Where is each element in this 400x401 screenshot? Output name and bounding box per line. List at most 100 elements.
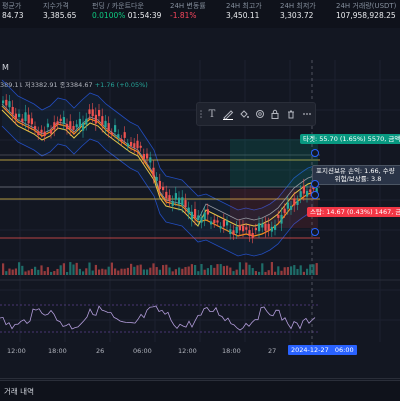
volume-bar [107, 266, 110, 275]
delete-button[interactable] [283, 104, 299, 124]
stat-value: -1.81% [170, 11, 197, 20]
candle-body [152, 167, 155, 177]
stat-value: 3,303.72 [280, 11, 314, 20]
volume-bar [184, 267, 187, 275]
candle-body [117, 134, 120, 138]
volume-bar [69, 262, 72, 275]
volume-bar [34, 266, 37, 275]
volume-bar [5, 271, 8, 275]
volume-bar [206, 268, 209, 275]
settings-button[interactable] [252, 104, 268, 124]
time-tick: 26 [96, 347, 105, 355]
line-color-button[interactable] [220, 104, 236, 124]
candle-body [290, 205, 293, 210]
settings-icon [255, 110, 264, 118]
stop-loss-handle[interactable] [311, 228, 319, 236]
text-tool-button[interactable]: T [204, 104, 220, 124]
take-profit-label[interactable]: 타겟: 55.70 (1.65%) 5570, 금액 [300, 134, 400, 144]
stat-24h-high: 24H 최고가 3,450.11 [226, 2, 262, 20]
candle-body [69, 121, 72, 130]
volume-bar [104, 269, 107, 275]
candle-body [174, 193, 177, 200]
candle-body [27, 114, 30, 124]
oscillator-line [0, 305, 316, 331]
lock-button[interactable] [267, 104, 283, 124]
volume-bar [197, 271, 200, 275]
position-label[interactable]: 포지션보유 손익: 1.66, 수량 위험/보상률: 3.8 [312, 165, 400, 185]
volume-bar [200, 264, 203, 275]
volume-bar [235, 269, 238, 275]
volume-bar [136, 265, 139, 275]
volume-bar [98, 269, 101, 275]
volume-bar [280, 270, 283, 275]
volume-bar [306, 268, 309, 275]
candle-body [34, 126, 37, 130]
candle-body [37, 131, 40, 136]
volume-bar [210, 265, 213, 275]
volume-bar [85, 268, 88, 275]
candle-body [107, 123, 110, 131]
volume-bar [226, 265, 229, 275]
volume-bar [309, 264, 312, 275]
volume-bar [146, 269, 149, 275]
volume-bar [82, 271, 85, 275]
stat-value: 84.73 [2, 11, 24, 20]
candle-body [130, 141, 133, 146]
candle-body [110, 132, 113, 135]
stat-label: 펀딩 / 카운트다운 [92, 2, 144, 10]
candle-body [133, 143, 136, 148]
volume-bar [261, 263, 264, 275]
volume-bar [219, 264, 222, 275]
candle-body [59, 118, 62, 122]
volume-bar [203, 269, 206, 275]
stop-loss-label[interactable]: 스탑: 14.67 (0.43%) 1467, 금액 [307, 207, 400, 217]
volume-bar [40, 265, 43, 275]
entry-handle[interactable] [311, 180, 319, 188]
stat-value: 3,385.65 [43, 11, 77, 20]
volume-bar [229, 267, 232, 275]
volume-bar [120, 268, 123, 275]
drawing-toolbar: T [196, 102, 316, 126]
candle-body [216, 220, 219, 223]
volume-bar [274, 271, 277, 275]
volume-bar [72, 264, 75, 275]
trade-history-tab[interactable]: 거래 내역 [4, 386, 34, 397]
volume-bar [114, 268, 117, 275]
candle-body [66, 124, 69, 130]
stat-label: 24H 최고가 [226, 2, 262, 10]
volume-bar [24, 271, 27, 275]
funding-rate: 0.0100% [92, 11, 126, 20]
more-icon [303, 113, 311, 115]
time-tick: 12:00 [7, 347, 26, 355]
volume-bar [270, 262, 273, 275]
volume-bar [88, 262, 91, 275]
candle-body [222, 219, 225, 227]
candle-body [98, 110, 101, 117]
volume-bar [14, 268, 17, 275]
candle-body [101, 116, 104, 126]
entry-handle-right[interactable] [311, 191, 319, 199]
time-tick: 12:00 [178, 347, 197, 355]
candle-body [248, 230, 251, 236]
take-profit-handle[interactable] [311, 149, 319, 157]
volume-bar [123, 268, 126, 275]
candle-body [267, 223, 270, 231]
candle-body [200, 217, 203, 223]
candle-body [14, 113, 17, 120]
candle-body [277, 214, 280, 218]
volume-bar [248, 264, 251, 275]
pen-icon [222, 110, 234, 120]
fill-color-button[interactable] [236, 104, 252, 124]
candle-body [293, 198, 296, 206]
more-button[interactable] [299, 104, 315, 124]
candle-body [254, 227, 257, 231]
volume-bar [254, 271, 257, 275]
volume-bar [2, 263, 5, 275]
volume-bar [66, 271, 69, 275]
volume-bar [142, 269, 145, 275]
volume-bar [302, 271, 305, 275]
candle-body [274, 225, 277, 230]
candle-body [280, 214, 283, 224]
candle-body [88, 109, 91, 114]
drag-handle-icon[interactable] [197, 104, 204, 124]
